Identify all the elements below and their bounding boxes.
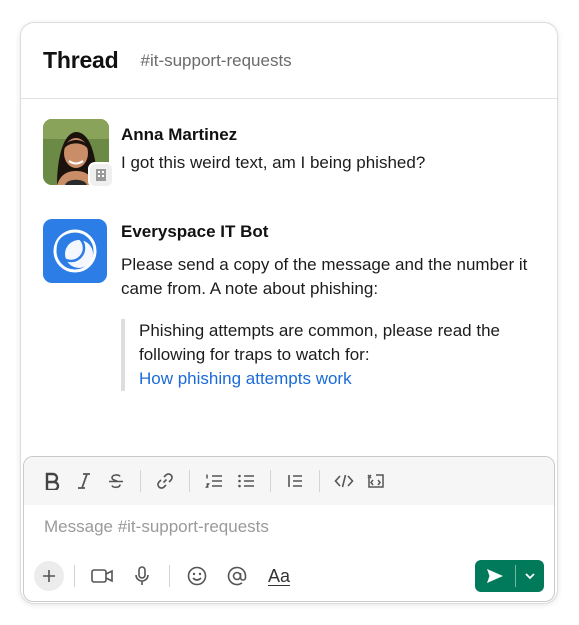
message-item: Everyspace IT Bot Please send a copy of … — [43, 219, 535, 391]
strikethrough-icon[interactable] — [100, 465, 132, 497]
bullet-list-icon[interactable] — [230, 465, 262, 497]
chevron-down-icon — [525, 573, 535, 580]
send-icon — [487, 569, 503, 583]
toolbar-divider — [169, 565, 170, 587]
phishing-help-link[interactable]: How phishing attempts work — [139, 367, 535, 391]
ordered-list-icon[interactable] — [198, 465, 230, 497]
message-body: Everyspace IT Bot Please send a copy of … — [121, 219, 535, 391]
sender-name[interactable]: Everyspace IT Bot — [121, 221, 535, 243]
emoji-icon[interactable] — [180, 561, 214, 591]
blockquote-icon[interactable] — [279, 465, 311, 497]
toolbar-divider — [189, 470, 190, 492]
text-format-label: Aa — [267, 565, 291, 586]
bot-logo-icon — [43, 219, 107, 283]
formatting-toolbar — [24, 457, 554, 505]
avatar[interactable] — [43, 119, 114, 188]
sender-name[interactable]: Anna Martinez — [121, 124, 535, 146]
send-options-button[interactable] — [516, 560, 544, 592]
message-input[interactable] — [44, 517, 524, 537]
composer-actions: Aa — [34, 559, 544, 593]
avatar[interactable] — [43, 219, 109, 285]
thread-panel: Thread #it-support-requests Anna Martine… — [20, 22, 558, 604]
italic-icon[interactable] — [68, 465, 100, 497]
send-button-group — [475, 560, 544, 592]
toolbar-divider — [140, 470, 141, 492]
thread-header: Thread #it-support-requests — [21, 23, 557, 99]
video-icon[interactable] — [85, 561, 119, 591]
toolbar-divider — [74, 565, 75, 587]
text-format-icon[interactable]: Aa — [262, 561, 296, 591]
message-body: Anna Martinez I got this weird text, am … — [121, 119, 535, 185]
plus-icon[interactable] — [34, 561, 64, 591]
microphone-icon[interactable] — [125, 561, 159, 591]
message-item: Anna Martinez I got this weird text, am … — [43, 119, 535, 188]
toolbar-divider — [270, 470, 271, 492]
message-composer: Aa — [23, 456, 555, 602]
message-text: Please send a copy of the message and th… — [121, 255, 528, 298]
thread-title: Thread — [43, 47, 119, 73]
quote-text: Phishing attempts are common, please rea… — [139, 321, 500, 364]
channel-name[interactable]: #it-support-requests — [140, 51, 291, 71]
bold-icon[interactable] — [36, 465, 68, 497]
building-icon — [88, 162, 114, 188]
send-button[interactable] — [475, 560, 515, 592]
link-icon[interactable] — [149, 465, 181, 497]
code-block-icon[interactable] — [360, 465, 392, 497]
quote-block: Phishing attempts are common, please rea… — [121, 319, 535, 391]
mention-icon[interactable] — [220, 561, 254, 591]
code-icon[interactable] — [328, 465, 360, 497]
toolbar-divider — [319, 470, 320, 492]
message-text: I got this weird text, am I being phishe… — [121, 153, 426, 172]
